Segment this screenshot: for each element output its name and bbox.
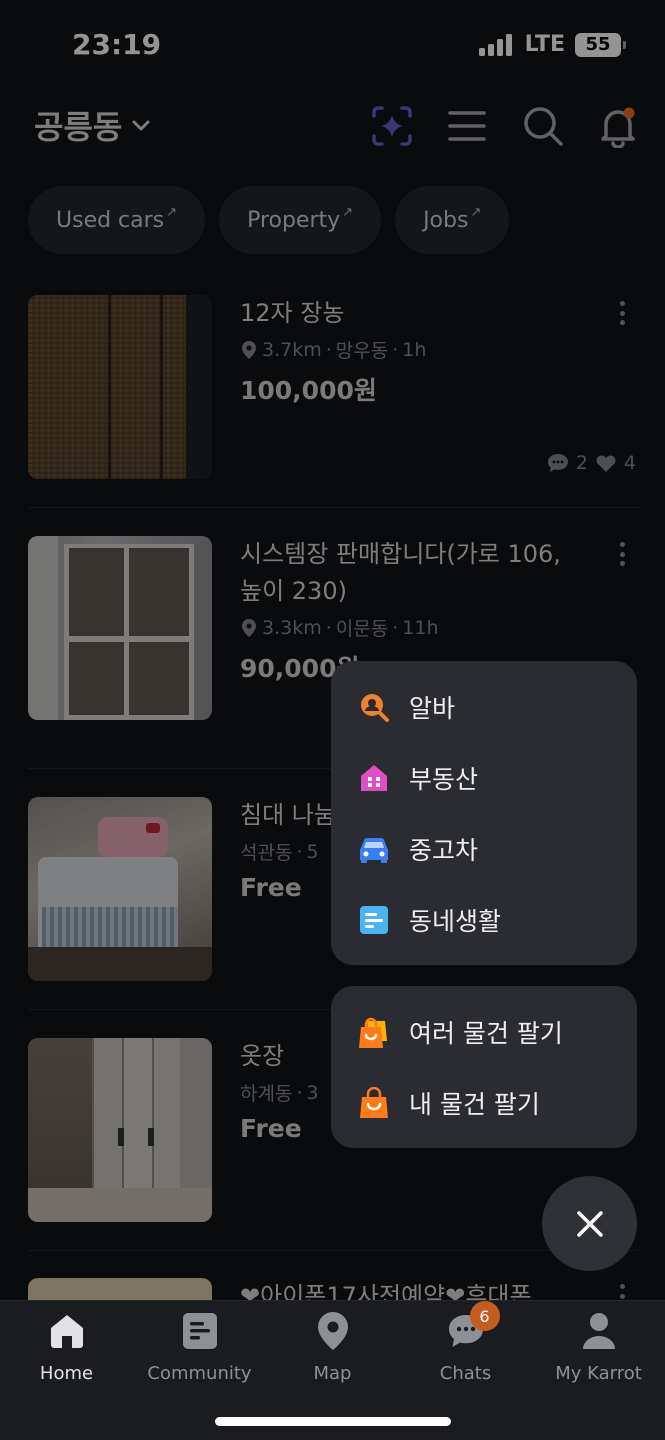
nav-community[interactable]: Community bbox=[133, 1309, 266, 1384]
menu-item-label: 부동산 bbox=[409, 764, 479, 794]
menu-item-used-car[interactable]: 중고차 bbox=[331, 813, 637, 884]
write-menu-sell: 여러 물건 팔기 내 물건 팔기 bbox=[331, 986, 637, 1148]
menu-item-label: 내 물건 팔기 bbox=[409, 1089, 540, 1119]
close-icon bbox=[576, 1210, 603, 1237]
menu-item-community[interactable]: 동네생활 bbox=[331, 884, 637, 955]
person-icon bbox=[577, 1309, 621, 1353]
nav-map[interactable]: Map bbox=[266, 1309, 399, 1384]
car-icon bbox=[357, 832, 391, 866]
home-icon bbox=[45, 1309, 89, 1353]
unread-badge: 6 bbox=[469, 1301, 500, 1331]
menu-item-jobs[interactable]: 알바 bbox=[331, 671, 637, 742]
jobs-search-icon bbox=[357, 690, 391, 724]
write-menu-categories: 알바 부동산 중고차 동네생활 bbox=[331, 661, 637, 965]
nav-label: Map bbox=[313, 1363, 352, 1384]
nav-label: Community bbox=[147, 1363, 252, 1384]
menu-item-label: 여러 물건 팔기 bbox=[409, 1018, 563, 1048]
chat-icon: 6 bbox=[444, 1301, 500, 1353]
menu-item-label: 동네생활 bbox=[409, 906, 502, 936]
home-indicator bbox=[215, 1417, 451, 1426]
nav-label: Home bbox=[39, 1363, 94, 1384]
post-icon bbox=[357, 903, 391, 937]
nav-label: Chats bbox=[439, 1363, 492, 1384]
nav-label: My Karrot bbox=[555, 1363, 642, 1384]
app-screen: 23:19 LTE 55 공릉동 Used cars ↗ Property ↗ … bbox=[0, 0, 665, 1440]
menu-item-label: 중고차 bbox=[409, 835, 479, 865]
map-pin-icon bbox=[311, 1309, 355, 1353]
nav-home[interactable]: Home bbox=[0, 1309, 133, 1384]
menu-item-label: 알바 bbox=[409, 693, 456, 723]
close-menu-button[interactable] bbox=[542, 1176, 637, 1271]
nav-my-karrot[interactable]: My Karrot bbox=[532, 1309, 665, 1384]
multi-bag-icon bbox=[357, 1015, 391, 1049]
menu-item-sell-single[interactable]: 내 물건 팔기 bbox=[331, 1067, 637, 1138]
community-icon bbox=[178, 1309, 222, 1353]
menu-item-sell-multiple[interactable]: 여러 물건 팔기 bbox=[331, 996, 637, 1067]
house-icon bbox=[357, 761, 391, 795]
bag-icon bbox=[357, 1086, 391, 1120]
nav-chats[interactable]: 6 Chats bbox=[399, 1301, 532, 1384]
menu-item-real-estate[interactable]: 부동산 bbox=[331, 742, 637, 813]
